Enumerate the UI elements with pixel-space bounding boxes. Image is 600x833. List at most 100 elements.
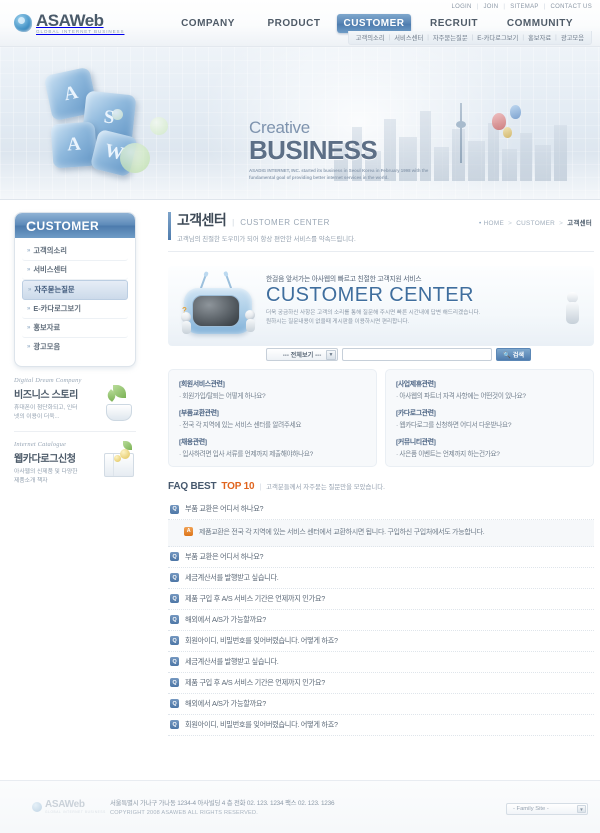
site-logo[interactable]: ASAWeb GLOBAL INTERNET BUSINESS (14, 12, 124, 35)
answer-badge-icon: A (184, 527, 193, 536)
faq-category-question[interactable]: · 회원가입/탈퇴는 어떻게 하나요? (179, 390, 366, 400)
subnav-item-pr-materials[interactable]: 홍보자료 (528, 33, 551, 42)
faq-search-input[interactable] (342, 348, 492, 361)
faq-category-question[interactable]: · 웹카다로그를 신청하면 어디서 다운받나요? (396, 419, 583, 429)
sidebar-item-pr-materials[interactable]: » 홍보자료 (22, 319, 128, 338)
faq-question-row[interactable]: Q 해외에서 A/S가 가능할까요? (168, 694, 594, 715)
breadcrumb-item-current: 고객센터 (567, 220, 592, 227)
faq-category-question[interactable]: · 사은품 이벤트는 언제까지 하는건가요? (396, 448, 583, 458)
faq-category-title: [채용관련] (179, 439, 207, 446)
subnav-item-voice-of-customer[interactable]: 고객의소리 (356, 33, 385, 42)
hero-balloon-yellow (503, 127, 512, 138)
faq-question-row[interactable]: Q 제품 구입 후 A/S 서비스 기간은 언제까지 인가요? (168, 673, 594, 694)
nav-item-product[interactable]: PRODUCT (251, 14, 337, 33)
logo-swoosh-icon (14, 14, 32, 33)
faq-search-button[interactable]: 🔍 검색 (496, 348, 532, 361)
faq-category-panels: [회원서비스관련] · 회원가입/탈퇴는 어떻게 하나요? [부품교환관련] ·… (168, 369, 594, 467)
sidebar-item-service-center[interactable]: » 서비스센터 (22, 261, 128, 280)
sidebar-title: C USTOMER (15, 213, 135, 238)
faq-category-title: [카다로그관련] (396, 410, 436, 417)
faq-question-text: 제품 구입 후 A/S 서비스 기간은 언제까지 인가요? (185, 677, 325, 687)
faq-category-group: [사업제휴관련] · 아사웹의 파트너 자격 사항에는 어떤것이 있나요? (396, 378, 583, 400)
faq-question-row[interactable]: Q 세금계산서를 발행받고 싶습니다. (168, 652, 594, 673)
sidebar-item-faq[interactable]: » 자주묻는질문 (22, 280, 128, 300)
chevron-right-icon: » (28, 287, 32, 293)
hero-bubble-large (120, 143, 150, 173)
faq-question-text: 해외에서 A/S가 가능할까요? (185, 698, 266, 708)
sidebar-item-e-catalogue[interactable]: » E-카다로그보기 (22, 300, 128, 319)
page-title-accent-bar (168, 212, 171, 240)
mascot-figure-right (244, 310, 257, 332)
faq-category-question[interactable]: · 아사웹의 파트너 자격 사항에는 어떤것이 있나요? (396, 390, 583, 400)
breadcrumb-chevron-icon: > (508, 220, 513, 227)
faq-category-panel-right: [사업제휴관련] · 아사웹의 파트너 자격 사항에는 어떤것이 있나요? [카… (385, 369, 594, 467)
faq-question-row[interactable]: Q 회원아이디, 비밀번호를 잊어버렸습니다. 어떻게 하죠? (168, 715, 594, 736)
faq-question-row[interactable]: Q 제품 구입 후 A/S 서비스 기간은 언제까지 인가요? (168, 589, 594, 610)
breadcrumb-item-customer[interactable]: CUSTOMER (516, 220, 555, 227)
question-badge-icon: Q (170, 678, 179, 688)
util-link-login[interactable]: LOGIN (451, 4, 471, 10)
promo-art-book-icon (88, 440, 134, 478)
nav-item-company[interactable]: COMPANY (165, 14, 251, 33)
faq-question-row[interactable]: Q 세금계산서를 발행받고 싶습니다. (168, 568, 594, 589)
faq-question-row[interactable]: Q 회원아이디, 비밀번호를 잊어버렸습니다. 어떻게 하죠? (168, 631, 594, 652)
footer-logo-name: ASAWeb (45, 799, 85, 810)
footer-copyright: COPYRIGHT 2008 ASAWEB ALL RIGHTS RESERVE… (110, 810, 258, 816)
chevron-right-icon: » (27, 325, 31, 331)
faq-category-question[interactable]: · 입사하려면 입사 서류를 언제까지 제출해야하나요? (179, 448, 366, 458)
faq-category-group: [채용관련] · 입사하려면 입사 서류를 언제까지 제출해야하나요? (179, 436, 366, 458)
sidebar-item-ads[interactable]: » 광고모음 (22, 338, 128, 356)
sidebar-item-voice-of-customer[interactable]: » 고객의소리 (22, 242, 128, 261)
page-description: 고객님의 친절한 도우미가 되어 항상 편안한 서비스를 약속드립니다. (177, 236, 356, 243)
subnav-item-e-catalogue[interactable]: E-카다로그보기 (477, 33, 518, 42)
hero-banner: A S A W Creative BUSINESS ASADIG INTERNE… (0, 47, 600, 200)
mascot-figure-standing (562, 292, 584, 332)
promo-description: 아사웹의 신제품 및 다양한 제품소개 책자 (14, 468, 78, 484)
faq-list: Q 부품 교환은 어디서 하나요? A 제품교환은 전국 각 지역에 있는 서비… (168, 499, 594, 736)
promo-banner-web-catalogue[interactable]: Internet Catalogue 웹카다로그신청 아사웹의 신제품 및 다양… (14, 430, 136, 486)
chevron-down-icon: ▼ (326, 350, 336, 360)
chevron-right-icon: » (27, 248, 31, 254)
question-badge-icon: Q (170, 636, 179, 646)
promo-description: 휴대폰이 첨단화되고, 인터넷의 이용이 더욱... (14, 405, 78, 420)
sidebar-item-label: 광고모음 (33, 342, 61, 351)
breadcrumb-item-home[interactable]: HOME (484, 220, 504, 227)
breadcrumb: • HOME > CUSTOMER > 고객센터 (479, 218, 592, 227)
subnav-sep: | (427, 34, 429, 41)
cc-heading: CUSTOMER CENTER (266, 284, 474, 306)
logo-name: ASAWeb (36, 11, 104, 30)
promo-banner-business-story[interactable]: Digital Dream Company 비즈니스 스토리 휴대폰이 첨단화되… (14, 377, 136, 422)
faq-question-row[interactable]: Q 부품 교환은 어디서 하나요? (168, 499, 594, 520)
sidebar-title-cap: C (26, 217, 37, 234)
faq-question-text: 회원아이디, 비밀번호를 잊어버렸습니다. 어떻게 하죠? (185, 719, 338, 729)
util-link-sitemap[interactable]: SITEMAP (510, 4, 538, 10)
subnav-item-ads[interactable]: 광고모음 (561, 33, 584, 42)
tv-mascot-graphic: ? (180, 274, 256, 336)
faq-search-button-label: 검색 (512, 352, 525, 359)
sidebar-item-label: E-카다로그보기 (33, 304, 81, 313)
breadcrumb-dot-icon: • (479, 220, 482, 227)
faq-question-row[interactable]: Q 부품 교환은 어디서 하나요? (168, 547, 594, 568)
subnav-sep: | (522, 34, 524, 41)
family-site-select[interactable]: - Family Site - ▼ (506, 803, 588, 815)
util-sep: | (476, 4, 479, 10)
sidebar-item-label: 서비스센터 (33, 265, 67, 274)
sidebar-menu-list: » 고객의소리 » 서비스센터 » 자주묻는질문 » E-카다로그보기 » 홍보… (15, 238, 135, 366)
subnav-item-service-center[interactable]: 서비스센터 (394, 33, 423, 42)
question-badge-icon: Q (170, 720, 179, 730)
faq-category-question[interactable]: · 전국 각 지역에 있는 서비스 센터를 알려주세요 (179, 419, 366, 429)
faq-heading-accent: TOP 10 (221, 481, 255, 492)
util-link-join[interactable]: JOIN (484, 4, 499, 10)
faq-category-group: [카다로그관련] · 웹카다로그를 신청하면 어디서 다운받나요? (396, 407, 583, 429)
util-link-contact-us[interactable]: CONTACT US (551, 4, 592, 10)
subnav-item-faq[interactable]: 자주묻는질문 (433, 33, 468, 42)
faq-category-group: [커뮤니티관련] · 사은품 이벤트는 언제까지 하는건가요? (396, 436, 583, 458)
faq-subtitle: 고객분들께서 자주묻는 질문만을 모았습니다. (266, 484, 385, 491)
faq-question-row[interactable]: Q 해외에서 A/S가 가능할까요? (168, 610, 594, 631)
faq-category-select[interactable]: --- 전체보기 --- ▼ (266, 348, 338, 361)
customer-center-card: ? 한걸음 앞서가는 아사웹의 빠르고 친절한 고객지원 서비스 CUSTOME… (168, 266, 594, 346)
question-badge-icon: Q (170, 552, 179, 562)
breadcrumb-chevron-icon: > (559, 220, 564, 227)
hero-tower (456, 103, 466, 163)
footer-address: 서울특별시 가나구 가나동 1234-4 아사빌딩 4 층 전화 02. 123… (110, 800, 335, 807)
